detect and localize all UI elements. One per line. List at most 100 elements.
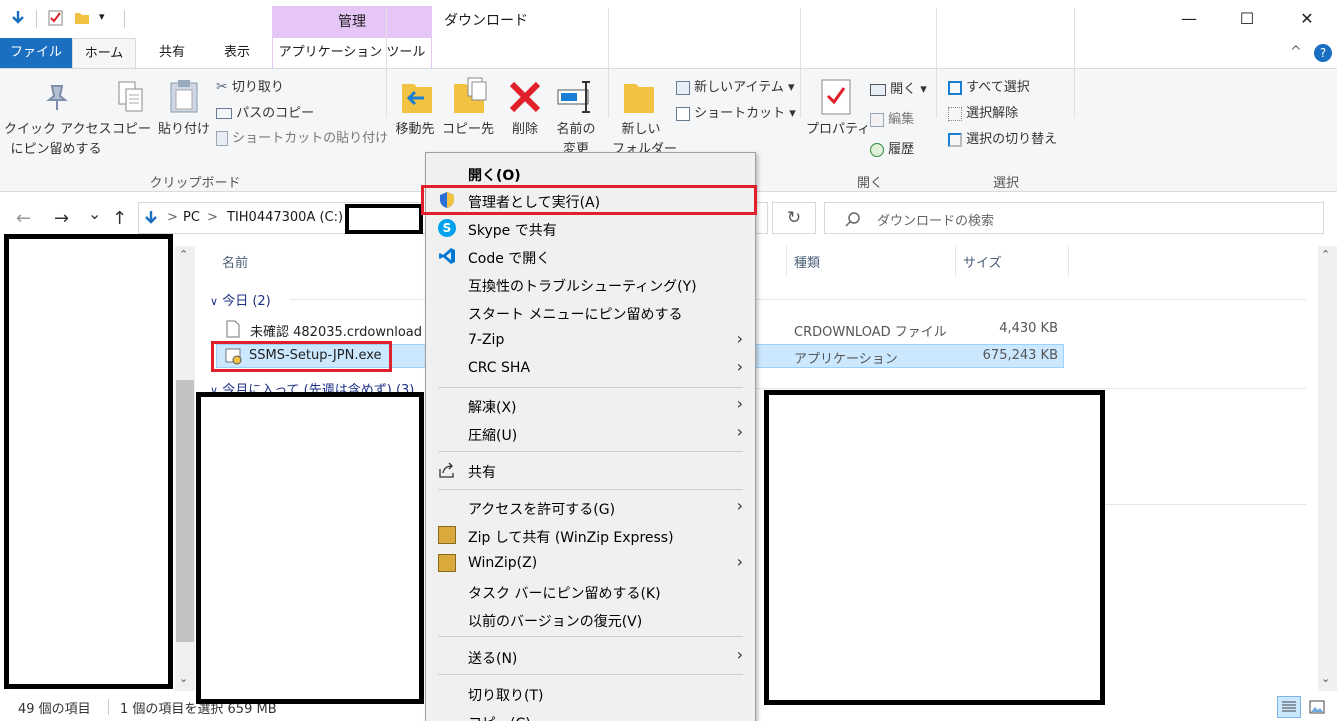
- group-divider: [756, 388, 1306, 389]
- minimize-button[interactable]: —: [1166, 4, 1212, 34]
- delete-button[interactable]: 削除: [506, 120, 544, 140]
- scroll-up-icon[interactable]: ⌃: [179, 248, 188, 261]
- refresh-button[interactable]: ↻: [772, 202, 816, 234]
- nav-pane-scroll-thumb[interactable]: [176, 380, 194, 642]
- move-to-button[interactable]: 移動先: [392, 120, 438, 140]
- menu-item-open[interactable]: 開く(O): [426, 159, 755, 187]
- new-item-button[interactable]: 新しいアイテム ▾: [676, 78, 795, 98]
- tab-share[interactable]: 共有: [140, 38, 204, 68]
- submenu-arrow-icon: ›: [736, 496, 743, 515]
- tab-application-tools[interactable]: アプリケーション ツール: [272, 38, 432, 68]
- paste-shortcut-button[interactable]: ショートカットの貼り付け: [216, 129, 388, 149]
- column-size-header[interactable]: サイズ: [963, 252, 1002, 271]
- group-header-today[interactable]: ∨ 今日 (2): [210, 290, 271, 309]
- tab-view[interactable]: 表示: [208, 38, 266, 68]
- run-as-admin-highlight-box: [421, 185, 757, 215]
- menu-item-send-to[interactable]: 送る(N) ›: [426, 642, 755, 670]
- details-view-icon: [1282, 701, 1296, 712]
- copy-path-label: パスのコピー: [236, 106, 315, 121]
- help-button[interactable]: ?: [1314, 44, 1332, 62]
- select-all-button[interactable]: すべて選択: [948, 78, 1030, 98]
- menu-separator: [438, 489, 743, 490]
- history-button[interactable]: 履歴: [870, 140, 914, 160]
- pin-to-quick-access-button[interactable]: クイック アクセス にピン留めする: [4, 120, 111, 160]
- copy-button[interactable]: コピー: [112, 120, 151, 140]
- down-arrow-icon[interactable]: [10, 10, 26, 26]
- paste-shortcut-label: ショートカットの貼り付け: [232, 131, 389, 146]
- menu-label: Skype で共有: [468, 223, 557, 239]
- properties-check-icon[interactable]: [48, 10, 64, 26]
- scroll-up-icon[interactable]: ⌃: [1321, 248, 1330, 261]
- maximize-button[interactable]: ☐: [1224, 4, 1270, 34]
- menu-item-pin-to-start[interactable]: スタート メニューにピン留めする: [426, 298, 755, 326]
- easy-access-button[interactable]: ショートカット ▾: [676, 104, 796, 124]
- menu-label: CRC SHA: [468, 360, 531, 376]
- back-button[interactable]: ←: [16, 208, 31, 229]
- forward-button[interactable]: →: [54, 208, 69, 229]
- column-divider[interactable]: [955, 246, 956, 276]
- menu-item-give-access[interactable]: アクセスを許可する(G) ›: [426, 493, 755, 521]
- menu-item-open-with-code[interactable]: Code で開く: [426, 242, 755, 270]
- tab-home[interactable]: ホーム: [72, 38, 136, 68]
- recent-locations-button[interactable]: ⌄: [88, 204, 101, 223]
- paste-shortcut-icon: [216, 131, 228, 146]
- edit-icon: [870, 112, 884, 127]
- file-list-scrollbar[interactable]: [1318, 246, 1337, 691]
- menu-item-restore-previous-versions[interactable]: 以前のバージョンの復元(V): [426, 605, 755, 633]
- scroll-down-icon[interactable]: ⌄: [179, 672, 188, 685]
- menu-item-compress[interactable]: 圧縮(U) ›: [426, 419, 755, 447]
- details-view-button[interactable]: [1277, 696, 1301, 718]
- new-folder-icon[interactable]: [74, 10, 90, 26]
- menu-item-copy[interactable]: コピー(C): [426, 707, 755, 721]
- edit-button[interactable]: 編集: [870, 110, 914, 130]
- column-name-header[interactable]: 名前: [222, 252, 248, 271]
- crumb-drive[interactable]: TIH0447300A (C:): [227, 210, 343, 225]
- copy-path-button[interactable]: パスのコピー: [216, 104, 314, 124]
- select-none-button[interactable]: 選択解除: [948, 104, 1018, 124]
- copy-to-button[interactable]: コピー先: [442, 120, 494, 140]
- path-icon: [216, 108, 232, 119]
- crumb-pc[interactable]: PC: [183, 210, 200, 225]
- menu-label: WinZip(Z): [468, 555, 538, 571]
- column-divider[interactable]: [786, 246, 787, 276]
- menu-label: タスク バーにピン留めする(K): [468, 586, 661, 602]
- collapse-ribbon-button[interactable]: ^: [1290, 44, 1302, 60]
- copy-to-icon: [454, 77, 487, 113]
- menu-label: コピー(C): [468, 713, 531, 721]
- menu-item-7zip[interactable]: 7-Zip ›: [426, 326, 755, 354]
- cut-button[interactable]: ✂ 切り取り: [216, 78, 284, 98]
- qat-customize-icon[interactable]: ▾: [99, 10, 105, 23]
- search-box[interactable]: ダウンロードの検索: [824, 202, 1324, 234]
- tab-file[interactable]: ファイル: [0, 38, 72, 68]
- open-button[interactable]: 開く ▾: [870, 80, 927, 100]
- file-name: 未確認 482035.crdownload: [250, 325, 423, 340]
- menu-item-pin-to-taskbar[interactable]: タスク バーにピン留めする(K): [426, 577, 755, 605]
- menu-label: 切り取り(T): [468, 688, 544, 704]
- invert-selection-button[interactable]: 選択の切り替え: [948, 130, 1057, 150]
- properties-button[interactable]: プロパティ: [806, 120, 870, 140]
- menu-item-extract[interactable]: 解凍(X) ›: [426, 391, 755, 419]
- up-button[interactable]: ↑: [112, 208, 127, 229]
- menu-item-compat-troubleshoot[interactable]: 互換性のトラブルシューティング(Y): [426, 270, 755, 298]
- menu-item-cut[interactable]: 切り取り(T): [426, 679, 755, 707]
- select-none-icon: [948, 106, 962, 121]
- paste-button[interactable]: 貼り付け: [156, 120, 212, 140]
- menu-item-winzip-express[interactable]: Zip して共有 (WinZip Express): [426, 521, 755, 549]
- select-all-label: すべて選択: [966, 80, 1030, 95]
- manage-tab[interactable]: 管理: [272, 6, 432, 38]
- close-button[interactable]: ✕: [1284, 4, 1330, 34]
- copy-icon: [118, 81, 143, 112]
- menu-item-winzip[interactable]: WinZip(Z) ›: [426, 549, 755, 577]
- submenu-arrow-icon: ›: [736, 357, 743, 376]
- column-type-header[interactable]: 種類: [794, 252, 820, 271]
- column-divider[interactable]: [1068, 246, 1069, 276]
- shortcut-label: ショートカット ▾: [694, 106, 796, 121]
- menu-item-skype-share[interactable]: S Skype で共有: [426, 214, 755, 242]
- large-icons-view-button[interactable]: [1305, 696, 1329, 718]
- scroll-down-icon[interactable]: ⌄: [1321, 672, 1330, 685]
- menu-item-share[interactable]: 共有: [426, 456, 755, 484]
- edit-label: 編集: [888, 112, 915, 127]
- window-title: ダウンロード: [444, 13, 528, 29]
- menu-item-crc-sha[interactable]: CRC SHA ›: [426, 354, 755, 382]
- qat-divider: [36, 10, 37, 28]
